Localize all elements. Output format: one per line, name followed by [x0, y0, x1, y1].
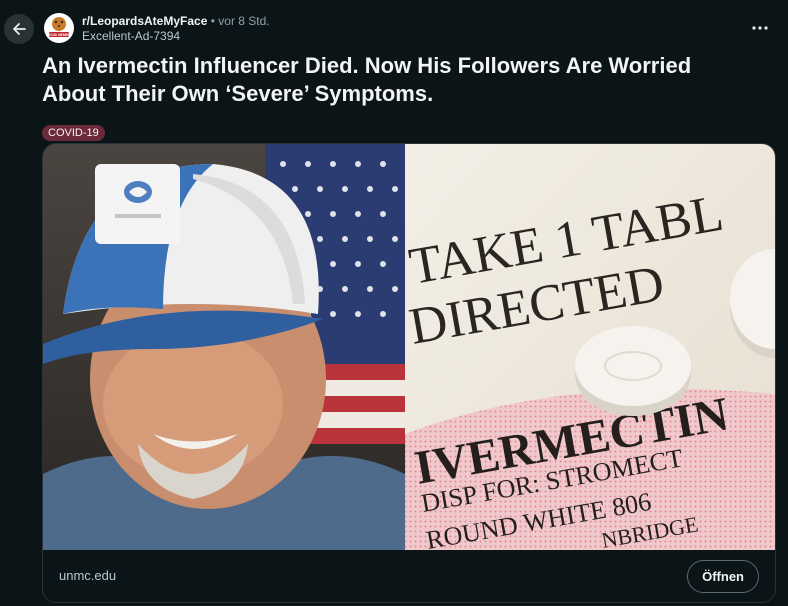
subreddit-avatar[interactable]: PROUD MEMBER — [44, 13, 74, 43]
post-flair[interactable]: COVID-19 — [42, 125, 105, 141]
link-domain[interactable]: unmc.edu — [59, 568, 116, 583]
meta-separator: • — [210, 14, 215, 28]
post-author[interactable]: Excellent-Ad-7394 — [82, 29, 270, 44]
post-title[interactable]: An Ivermectin Influencer Died. Now His F… — [42, 52, 742, 108]
subreddit-name[interactable]: r/LeopardsAteMyFace — [82, 14, 207, 28]
ellipsis-icon — [752, 26, 768, 30]
link-card[interactable]: TAKE 1 TABL DIRECTED IVERMECTIN DISP FOR… — [42, 143, 776, 603]
post-time: vor 8 Std. — [218, 14, 270, 28]
more-options-button[interactable] — [746, 16, 774, 40]
leopard-logo-icon: PROUD MEMBER — [45, 14, 73, 42]
link-footer: unmc.edu Öffnen — [43, 550, 775, 602]
post-meta: r/LeopardsAteMyFace • vor 8 Std. Excelle… — [82, 14, 270, 44]
open-link-button[interactable]: Öffnen — [687, 560, 759, 593]
back-button[interactable] — [4, 14, 34, 44]
cap-logo-icon — [124, 181, 152, 203]
avatar-text: PROUD MEMBER — [46, 33, 73, 37]
arrow-left-icon — [13, 23, 26, 35]
pill-icon — [575, 326, 691, 416]
post-image[interactable]: TAKE 1 TABL DIRECTED IVERMECTIN DISP FOR… — [43, 144, 775, 550]
